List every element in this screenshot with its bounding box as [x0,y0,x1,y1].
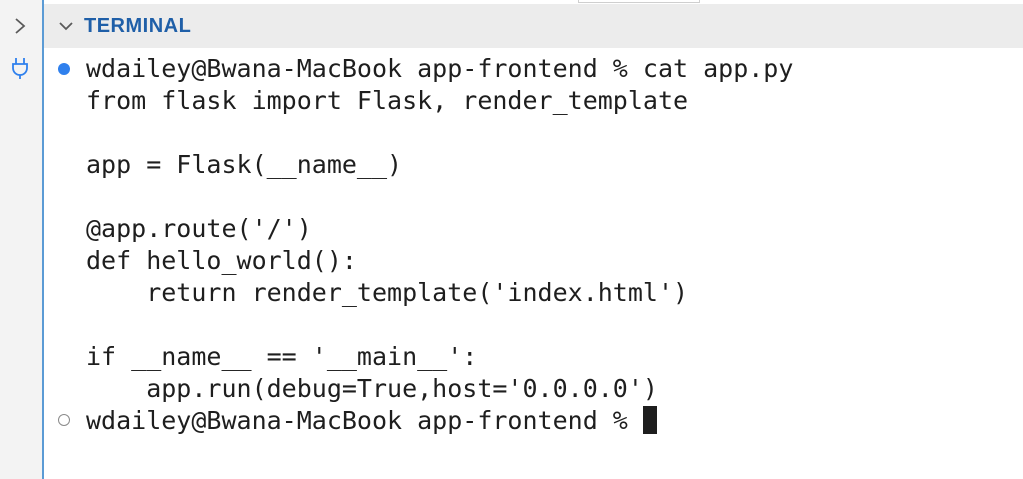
terminal-output-line: app.run(debug=True,host='0.0.0.0') [86,374,658,403]
scrollbar-thumb[interactable] [578,0,700,3]
prompt-text: wdailey@Bwana-MacBook app-frontend % [86,406,643,435]
panel-title[interactable]: TERMINAL [84,15,191,38]
activity-gutter [0,0,42,479]
terminal-output-line: def hello_world(): [86,246,357,275]
chevron-down-icon[interactable] [56,16,76,36]
terminal-output-line: if __name__ == '__main__': [86,342,478,371]
terminal-output-line: from flask import Flask, render_template [86,86,689,115]
terminal-output[interactable]: wdailey@Bwana-MacBook app-frontend % cat… [44,48,1023,479]
plug-icon[interactable] [8,56,32,80]
vscode-terminal-panel: TERMINAL wdailey@Bwana-MacBook app-front… [0,0,1023,479]
panel-header[interactable]: TERMINAL [44,4,1023,48]
terminal-cursor [642,406,657,434]
terminal-output-line: return render_template('index.html') [86,278,689,307]
terminal-current-prompt[interactable]: wdailey@Bwana-MacBook app-frontend % [86,405,657,437]
terminal-output-line: @app.route('/') [86,214,312,243]
terminal-prompt-line: wdailey@Bwana-MacBook app-frontend % cat… [86,54,794,83]
command-success-marker[interactable] [58,63,70,75]
terminal-output-line: app = Flask(__name__) [86,150,403,179]
command-pending-marker[interactable] [58,414,70,426]
chevron-right-icon[interactable] [8,14,32,38]
